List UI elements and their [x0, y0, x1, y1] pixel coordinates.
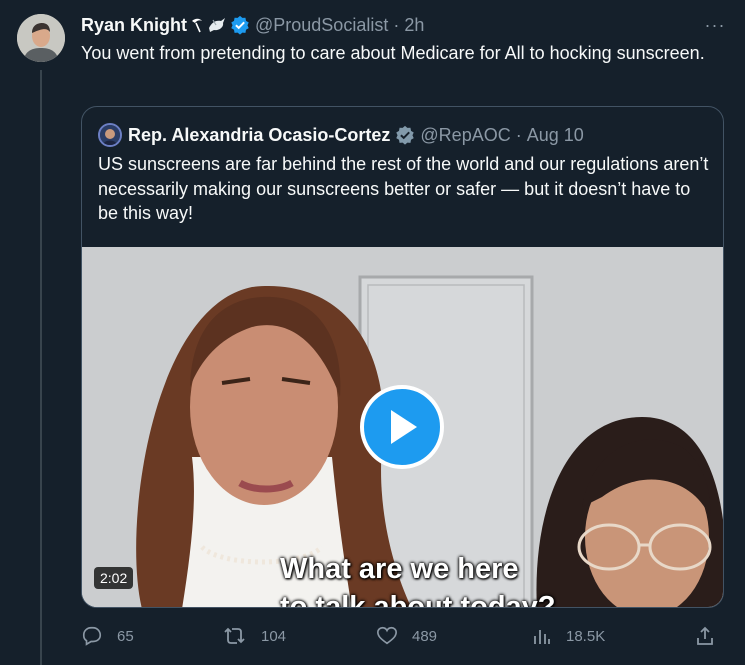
more-icon[interactable]: ··· [703, 13, 727, 37]
quote-avatar [98, 123, 122, 147]
reply-button[interactable]: 65 [81, 622, 134, 650]
verified-badge-icon [230, 15, 250, 35]
play-button[interactable] [360, 385, 444, 469]
share-button[interactable] [695, 622, 729, 650]
video-duration: 2:02 [94, 567, 134, 589]
like-icon [377, 626, 397, 645]
views-icon [534, 630, 550, 644]
retweet-icon [224, 627, 245, 644]
views-count: 18.5K [566, 627, 606, 645]
reply-count: 65 [117, 627, 134, 645]
like-count: 489 [412, 627, 438, 645]
quote-author-name[interactable]: Rep. Alexandria Ocasio-Cortez [128, 125, 390, 146]
video-player[interactable]: What are we here to talk about today? 2:… [82, 247, 723, 608]
separator-dot: · [515, 124, 522, 145]
video-caption-line1: What are we here [280, 553, 519, 585]
share-icon [697, 626, 713, 645]
quote-author-handle[interactable]: @RepAOC [420, 125, 510, 146]
quote-header: Rep. Alexandria Ocasio-Cortez @RepAOC · … [98, 123, 584, 147]
tweet-text: You went from pretending to care about M… [81, 43, 705, 63]
avatar[interactable] [17, 14, 65, 62]
dove-emoji-icon [207, 16, 227, 34]
like-button[interactable]: 489 [376, 622, 437, 650]
video-caption-line2: to talk about today? [280, 591, 556, 608]
views-button[interactable]: 18.5K [532, 622, 605, 650]
reply-icon [82, 626, 102, 646]
quote-text: US sunscreens are far behind the rest of… [98, 154, 709, 223]
action-bar: 65 104 489 18.5K [81, 622, 721, 650]
separator-dot: · [393, 14, 400, 35]
retweet-count: 104 [261, 627, 287, 645]
thread-line [40, 70, 42, 665]
play-icon [391, 410, 417, 444]
tweet-header: Ryan Knight @ProudSocialist · 2h ··· [81, 13, 727, 37]
rose-emoji-icon [190, 17, 204, 33]
retweet-button[interactable]: 104 [223, 622, 286, 650]
quote-date[interactable]: Aug 10 [527, 125, 584, 146]
quoted-tweet[interactable]: Rep. Alexandria Ocasio-Cortez @RepAOC · … [81, 106, 724, 608]
author-name[interactable]: Ryan Knight [81, 15, 187, 36]
author-handle[interactable]: @ProudSocialist [255, 15, 388, 36]
verified-badge-icon [395, 125, 415, 145]
tweet-time[interactable]: 2h [404, 15, 424, 36]
